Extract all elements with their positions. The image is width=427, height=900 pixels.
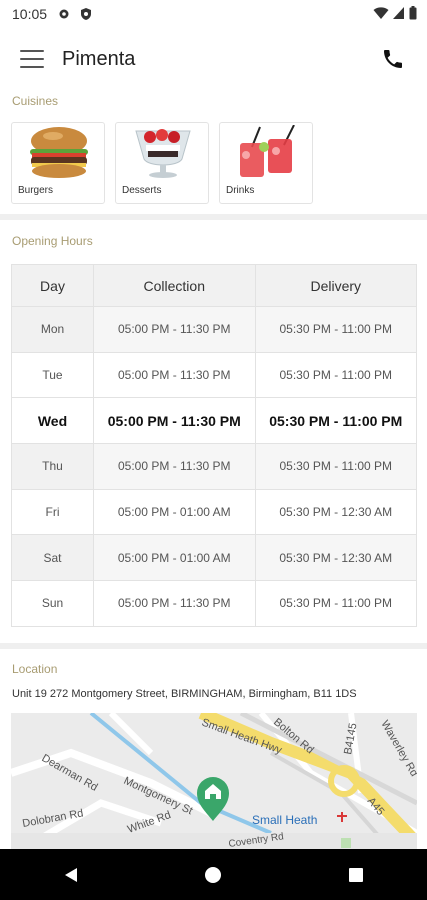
address-text: Unit 19 272 Montgomery Street, BIRMINGHA…: [12, 688, 357, 700]
opening-hours-table: Day Collection Delivery Mon 05:00 PM - 1…: [11, 264, 417, 627]
drink-image: [240, 125, 295, 177]
location-label: Location: [12, 662, 58, 676]
phone-icon[interactable]: [381, 47, 405, 71]
burger-image: [30, 127, 88, 178]
dessert-image: [135, 129, 191, 178]
collection-cell: 05:00 PM - 11:30 PM: [93, 580, 256, 627]
header-day: Day: [11, 264, 94, 307]
cuisine-card-burgers[interactable]: Burgers: [11, 122, 105, 204]
settings-icon: [59, 9, 69, 19]
opening-hours-label: Opening Hours: [12, 234, 93, 248]
table-header-row: Day Collection Delivery: [11, 264, 417, 307]
delivery-cell: 05:30 PM - 11:00 PM: [254, 351, 417, 399]
day-cell: Thu: [11, 443, 94, 490]
delivery-cell: 05:30 PM - 11:00 PM: [254, 397, 417, 445]
collection-cell: 05:00 PM - 11:30 PM: [93, 306, 256, 353]
table-row: Mon 05:00 PM - 11:30 PM 05:30 PM - 11:00…: [11, 306, 417, 353]
location-map[interactable]: Small Heath Hwy Bolton Rd B4145 Waverley…: [11, 713, 417, 850]
collection-cell: 05:00 PM - 01:00 AM: [93, 534, 256, 582]
cuisines-label: Cuisines: [12, 94, 59, 108]
system-nav-bar: [0, 849, 427, 900]
recents-button[interactable]: [336, 855, 376, 895]
day-cell: Sun: [11, 580, 94, 627]
cuisine-card-desserts[interactable]: Desserts: [115, 122, 209, 204]
shield-icon: [81, 8, 92, 20]
cuisine-name: Burgers: [18, 185, 54, 196]
home-icon: [205, 866, 222, 883]
day-cell: Mon: [11, 306, 94, 353]
table-row: Sat 05:00 PM - 01:00 AM 05:30 PM - 12:30…: [11, 534, 417, 582]
battery-icon: [409, 6, 417, 20]
table-row: Sun 05:00 PM - 11:30 PM 05:30 PM - 11:00…: [11, 580, 417, 627]
delivery-cell: 05:30 PM - 11:00 PM: [254, 580, 417, 627]
map-label-place: Small Heath: [252, 813, 317, 827]
table-row: Fri 05:00 PM - 01:00 AM 05:30 PM - 12:30…: [11, 488, 417, 536]
section-divider: [0, 214, 427, 220]
delivery-cell: 05:30 PM - 11:00 PM: [254, 443, 417, 490]
cuisine-name: Drinks: [226, 185, 255, 196]
header-collection: Collection: [93, 264, 256, 307]
day-cell: Tue: [11, 351, 94, 399]
delivery-cell: 05:30 PM - 12:30 AM: [254, 534, 417, 582]
menu-icon[interactable]: [20, 50, 44, 68]
table-row-today: Wed 05:00 PM - 11:30 PM 05:30 PM - 11:00…: [11, 397, 417, 445]
status-time: 10:05: [12, 6, 48, 22]
table-row: Tue 05:00 PM - 11:30 PM 05:30 PM - 11:00…: [11, 351, 417, 399]
day-cell: Wed: [11, 397, 94, 445]
back-icon: [65, 867, 78, 882]
map-canvas: Small Heath Hwy Bolton Rd B4145 Waverley…: [11, 713, 417, 850]
header-delivery: Delivery: [254, 264, 417, 307]
collection-cell: 05:00 PM - 11:30 PM: [93, 397, 256, 445]
collection-cell: 05:00 PM - 01:00 AM: [93, 488, 256, 536]
status-indicators: [373, 6, 417, 20]
back-button[interactable]: [51, 855, 91, 895]
cuisine-name: Desserts: [122, 185, 162, 196]
wifi-icon: [373, 7, 389, 19]
cuisine-list: Burgers Desserts Drinks: [11, 122, 313, 204]
day-cell: Fri: [11, 488, 94, 536]
table-row: Thu 05:00 PM - 11:30 PM 05:30 PM - 11:00…: [11, 443, 417, 490]
recents-icon: [348, 867, 363, 882]
collection-cell: 05:00 PM - 11:30 PM: [93, 351, 256, 399]
delivery-cell: 05:30 PM - 11:00 PM: [254, 306, 417, 353]
page-title: Pimenta: [62, 47, 136, 70]
app-bar: Pimenta: [0, 36, 427, 82]
cuisine-card-drinks[interactable]: Drinks: [219, 122, 313, 204]
delivery-cell: 05:30 PM - 12:30 AM: [254, 488, 417, 536]
home-button[interactable]: [193, 855, 233, 895]
collection-cell: 05:00 PM - 11:30 PM: [93, 443, 256, 490]
day-cell: Sat: [11, 534, 94, 582]
signal-icon: [393, 7, 404, 19]
status-bar: 10:05: [0, 0, 427, 28]
section-divider: [0, 643, 427, 649]
